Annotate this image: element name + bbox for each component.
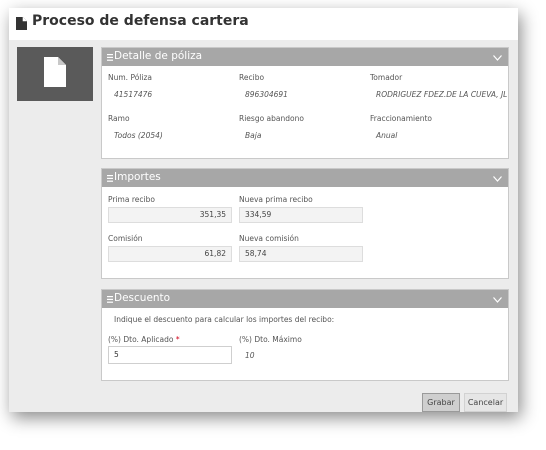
field-value: 41517476 <box>114 90 153 99</box>
field-label: Ramo <box>108 114 130 123</box>
menu-icon <box>107 52 113 64</box>
menu-icon <box>107 294 113 306</box>
field-value: Anual <box>376 131 398 140</box>
menu-icon <box>107 173 113 185</box>
dialog: Proceso de defensa cartera Detalle de pó… <box>9 8 518 412</box>
document-icon <box>16 15 27 34</box>
dialog-title-bar: Proceso de defensa cartera <box>9 8 518 40</box>
cancelar-button[interactable]: Cancelar <box>464 393 507 412</box>
document-thumbnail <box>17 47 93 101</box>
field-value: 896304691 <box>245 90 288 99</box>
dto-aplicado-label-text: (%) Dto. Aplicado <box>108 335 174 344</box>
field-value: Baja <box>245 131 262 140</box>
dto-maximo-label: (%) Dto. Máximo <box>239 335 302 344</box>
panel-title: Descuento <box>114 292 171 304</box>
prima-recibo-label: Prima recibo <box>108 195 155 204</box>
field-label: Num. Póliza <box>108 73 152 82</box>
prima-recibo-field: 351,35 <box>108 207 232 223</box>
required-mark: * <box>175 335 180 344</box>
panel-descuento: Descuento Indique el descuento para calc… <box>101 289 509 381</box>
panel-detalle-poliza: Detalle de póliza Num. Póliza 41517476 R… <box>101 47 509 159</box>
field-value: RODRIGUEZ FDEZ.DE LA CUEVA, JL <box>376 90 508 99</box>
panel-importes: Importes Prima recibo 351,35 Nueva prima… <box>101 168 509 279</box>
file-icon <box>44 57 66 91</box>
field-value: Todos (2054) <box>114 131 163 140</box>
chevron-down-icon[interactable] <box>493 173 502 185</box>
field-label: Tomador <box>370 73 403 82</box>
descuento-instruction: Indique el descuento para calcular los i… <box>114 315 335 324</box>
nueva-prima-label: Nueva prima recibo <box>239 195 313 204</box>
nueva-comision-field: 58,74 <box>239 246 363 262</box>
field-label: Fraccionamiento <box>370 114 433 123</box>
dto-aplicado-input[interactable]: 5 <box>108 346 232 364</box>
field-label: Recibo <box>239 73 265 82</box>
panel-header-poliza[interactable]: Detalle de póliza <box>102 48 508 66</box>
grabar-button[interactable]: Grabar <box>422 393 460 412</box>
dto-aplicado-label: (%) Dto. Aplicado * <box>108 335 180 344</box>
dto-maximo-value: 10 <box>245 351 255 360</box>
panel-title: Detalle de póliza <box>114 50 203 62</box>
field-label: Riesgo abandono <box>239 114 304 123</box>
chevron-down-icon[interactable] <box>493 294 502 306</box>
panel-header-importes[interactable]: Importes <box>102 169 508 187</box>
nueva-comision-label: Nueva comisión <box>239 234 299 243</box>
page-title: Proceso de defensa cartera <box>32 13 249 29</box>
nueva-prima-field: 334,59 <box>239 207 363 223</box>
panel-header-descuento[interactable]: Descuento <box>102 290 508 308</box>
comision-field: 61,82 <box>108 246 232 262</box>
chevron-down-icon[interactable] <box>493 52 502 64</box>
comision-label: Comisión <box>108 234 143 243</box>
dialog-content: Detalle de póliza Num. Póliza 41517476 R… <box>9 40 518 412</box>
panel-title: Importes <box>114 171 161 183</box>
